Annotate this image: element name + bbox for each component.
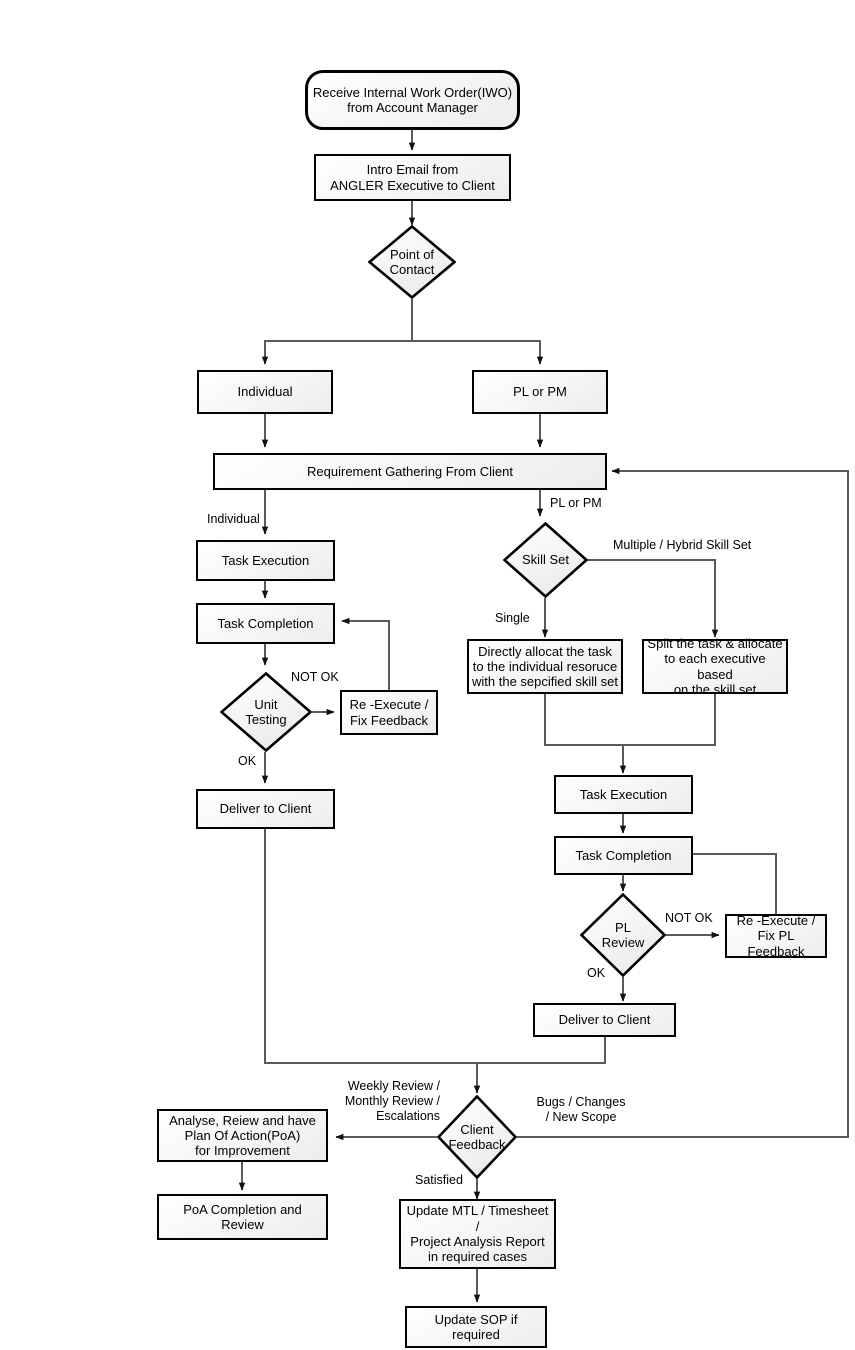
edge-skillset-multiple [587,559,719,638]
node-requirement-gathering[interactable]: Requirement Gathering From Client [213,453,607,490]
edge-label-feedback-satisfied: Satisfied [415,1173,463,1187]
edge-fixfeedback-to-taskcomp [341,617,390,690]
node-task-execution-left-label: Task Execution [221,552,310,568]
node-pl-or-pm[interactable]: PL or PM [472,370,608,414]
node-deliver-to-client-left[interactable]: Deliver to Client [196,789,335,829]
edge-deliverright-to-merge [477,1037,606,1064]
node-pl-review-label: PL Review [601,919,645,950]
node-directly-allocate[interactable]: Directly allocat the task to the individ… [467,639,623,694]
node-point-of-contact-label: Point of Contact [389,246,435,277]
node-client-feedback-label: Client Feedback [448,1121,506,1152]
node-poa-completion-label: PoA Completion and Review [183,1201,302,1232]
node-split-task[interactable]: Split the task & allocate to each execut… [642,635,788,697]
node-task-execution-left[interactable]: Task Execution [196,540,335,581]
edge-poc-to-individual [261,299,413,365]
node-intro-email[interactable]: Intro Email from ANGLER Executive to Cli… [314,154,511,201]
node-requirement-gathering-label: Requirement Gathering From Client [307,463,513,479]
node-task-execution-right-label: Task Execution [579,786,668,802]
node-pl-review[interactable]: PL Review [580,893,666,977]
node-task-completion-left-label: Task Completion [217,615,314,631]
edge-label-feedback-bugs: Bugs / Changes / New Scope [536,1095,626,1124]
node-re-execute-fix-feedback[interactable]: Re -Execute / Fix Feedback [340,690,438,735]
node-individual-label: Individual [237,384,293,400]
edge-poc-to-plpm [412,340,544,365]
node-task-completion-right-label: Task Completion [575,847,672,863]
node-task-completion-left[interactable]: Task Completion [196,603,335,644]
node-deliver-to-client-left-label: Deliver to Client [219,801,312,817]
node-directly-allocate-label: Directly allocat the task to the individ… [472,643,618,690]
node-re-execute-fix-pl-feedback[interactable]: Re -Execute / Fix PL Feedback [725,913,827,959]
edge-label-pl-ok: OK [587,966,606,980]
node-skill-set[interactable]: Skill Set [503,522,588,598]
edge-split-to-merge [623,694,716,746]
node-deliver-to-client-right[interactable]: Deliver to Client [533,1003,676,1037]
node-task-execution-right[interactable]: Task Execution [554,775,693,814]
node-analyse-review-poa[interactable]: Analyse, Reiew and have Plan Of Action(P… [157,1109,328,1162]
node-split-task-label: Split the task & allocate to each execut… [647,635,783,697]
node-analyse-review-poa-label: Analyse, Reiew and have Plan Of Action(P… [169,1112,316,1159]
node-re-execute-fix-feedback-label: Re -Execute / Fix Feedback [349,697,429,728]
edge-label-pl-not-ok: NOT OK [665,911,713,925]
node-client-feedback[interactable]: Client Feedback [437,1095,517,1179]
node-pl-or-pm-label: PL or PM [513,384,567,400]
node-update-sop-label: Update SOP if required [434,1311,518,1342]
edge-deliverleft-to-feedback [264,829,481,1094]
node-update-sop[interactable]: Update SOP if required [405,1306,547,1348]
flowchart-canvas: Receive Internal Work Order(IWO) from Ac… [0,0,855,1350]
edge-label-individual-branch: Individual [207,512,260,526]
node-skill-set-label: Skill Set [522,552,569,568]
node-update-mtl[interactable]: Update MTL / Timesheet / Project Analysi… [399,1199,556,1269]
edge-label-skill-multiple: Multiple / Hybrid Skill Set [613,538,752,552]
node-update-mtl-label: Update MTL / Timesheet / Project Analysi… [406,1203,549,1265]
edge-label-unit-not-ok: NOT OK [291,670,339,684]
node-individual[interactable]: Individual [197,370,333,414]
node-unit-testing-label: Unit Testing [245,696,287,727]
node-re-execute-fix-pl-feedback-label: Re -Execute / Fix PL Feedback [736,913,816,959]
node-receive-iwo-label: Receive Internal Work Order(IWO) from Ac… [312,84,513,115]
edge-label-skill-single: Single [495,611,530,625]
edge-allocate-to-taskexec-right [544,694,627,774]
node-task-completion-right[interactable]: Task Completion [554,836,693,875]
node-intro-email-label: Intro Email from ANGLER Executive to Cli… [330,162,495,193]
node-receive-iwo[interactable]: Receive Internal Work Order(IWO) from Ac… [305,70,520,130]
node-deliver-to-client-right-label: Deliver to Client [558,1012,651,1028]
node-point-of-contact[interactable]: Point of Contact [368,225,456,299]
edge-label-unit-ok: OK [238,754,257,768]
edge-label-feedback-review: Weekly Review / Monthly Review / Escalat… [344,1079,440,1123]
node-poa-completion[interactable]: PoA Completion and Review [157,1194,328,1240]
edge-label-pl-or-pm-branch: PL or PM [550,496,602,510]
